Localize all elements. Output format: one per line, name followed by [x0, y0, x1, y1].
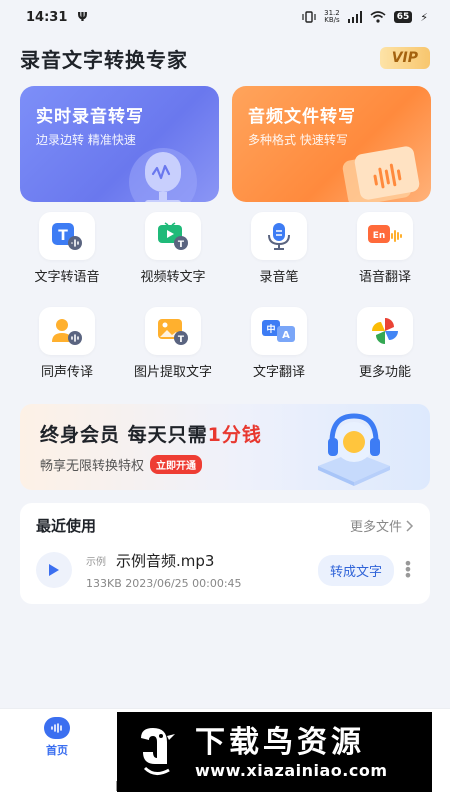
battery-level: 65 — [393, 11, 413, 23]
play-button[interactable] — [36, 552, 72, 588]
tool-label: 文字翻译 — [252, 365, 305, 380]
tool-video-to-text[interactable]: T 视频转文字 — [120, 212, 226, 285]
wifi-icon — [370, 11, 386, 23]
status-bar: 14:31 Ψ 31.2 KB/s 65 ⚡ — [0, 0, 450, 34]
watermark-brand: 下载鸟资源 — [195, 724, 365, 760]
vip-button[interactable]: VIP — [379, 47, 430, 69]
bird-logo-icon — [127, 723, 185, 781]
app-header: 录音文字转换专家 VIP — [20, 44, 430, 72]
more-features-icon — [372, 318, 398, 344]
text-to-speech-icon: T — [52, 223, 82, 250]
microphone-illustration-icon — [129, 148, 197, 202]
svg-text:T: T — [178, 240, 185, 250]
video-to-text-icon: T — [158, 222, 188, 250]
svg-text:中: 中 — [266, 323, 275, 335]
net-speed: 31.2 KB/s — [324, 9, 340, 24]
text-translate-icon: 中A — [262, 320, 295, 342]
audio-file-transcribe-card[interactable]: 音频文件转写 多种格式 快速转写 — [232, 86, 431, 202]
tool-simultaneous-interpretation[interactable]: 同声传译 — [14, 307, 120, 380]
svg-text:En: En — [373, 231, 386, 241]
simultaneous-interpretation-icon — [52, 319, 82, 345]
tool-more-features[interactable]: 更多功能 — [332, 307, 438, 380]
charging-icon: ⚡ — [420, 10, 428, 24]
tool-text-translate[interactable]: 中A 文字翻译 — [226, 307, 332, 380]
file-name: 示例音频.mp3 — [116, 552, 215, 570]
realtime-transcribe-card[interactable]: 实时录音转写 边录边转 精准快速 — [20, 86, 219, 202]
open-membership-button[interactable]: 立即开通 — [150, 455, 203, 474]
home-wave-icon — [51, 723, 62, 733]
headphones-illustration-icon — [318, 413, 390, 486]
convert-to-text-button[interactable]: 转成文字 — [317, 554, 394, 586]
tool-label: 视频转文字 — [140, 270, 206, 285]
hero-card-title: 音频文件转写 — [248, 107, 356, 127]
banner-highlight: 1分钱 — [207, 424, 262, 446]
sample-tag: 示例 — [86, 557, 106, 568]
image-to-text-icon: T — [158, 319, 188, 345]
banner-subtitle: 畅享无限转换特权 — [40, 459, 145, 474]
watermark: 下载鸟资源 www.xiazainiao.com — [117, 712, 432, 792]
nav-home-label: 首页 — [46, 744, 68, 757]
tool-label: 文字转语音 — [34, 270, 100, 285]
tool-grid: T 文字转语音 T 视频转文字 录音笔 En 语音翻译 同声传译 T 图片提取文… — [14, 212, 438, 402]
more-options-icon[interactable]: • • • — [402, 556, 414, 584]
nav-home[interactable]: 首页 — [38, 717, 76, 758]
chevron-right-icon — [406, 519, 414, 532]
recent-title: 最近使用 — [36, 517, 97, 535]
tool-label: 更多功能 — [358, 365, 411, 380]
vibrate-icon — [302, 11, 316, 23]
svg-text:T: T — [58, 228, 68, 244]
hero-card-title: 实时录音转写 — [36, 107, 144, 127]
file-meta: 133KB 2023/06/25 00:00:45 — [86, 577, 242, 590]
svg-text:A: A — [282, 330, 290, 341]
tool-label: 语音翻译 — [358, 270, 411, 285]
status-time: 14:31 — [26, 9, 68, 25]
membership-banner[interactable]: 终身会员 每天只需1分钱 畅享无限转换特权 立即开通 — [20, 404, 430, 490]
play-icon — [49, 564, 59, 576]
tool-label: 录音笔 — [259, 270, 299, 285]
audio-file-illustration-icon — [342, 146, 420, 202]
microphone-icon — [268, 223, 290, 250]
tool-text-to-speech[interactable]: T 文字转语音 — [14, 212, 120, 285]
recent-files-card: 最近使用 更多文件 示例 示例音频.mp3 133KB 2023/06/25 0… — [20, 503, 430, 604]
tool-voice-translate[interactable]: En 语音翻译 — [332, 212, 438, 285]
svg-text:T: T — [178, 335, 185, 345]
tool-label: 同声传译 — [40, 365, 93, 380]
signal-icon — [347, 11, 362, 23]
usb-icon: Ψ — [77, 10, 88, 24]
app-title: 录音文字转换专家 — [20, 47, 188, 72]
tool-label: 图片提取文字 — [133, 365, 212, 380]
more-files-link[interactable]: 更多文件 — [350, 516, 414, 535]
tool-voice-recorder[interactable]: 录音笔 — [226, 212, 332, 285]
list-item[interactable]: 示例 示例音频.mp3 133KB 2023/06/25 00:00:45 转成… — [36, 550, 414, 590]
tool-image-to-text[interactable]: T 图片提取文字 — [120, 307, 226, 380]
voice-translate-icon: En — [368, 225, 402, 243]
watermark-url: www.xiazainiao.com — [195, 760, 388, 780]
